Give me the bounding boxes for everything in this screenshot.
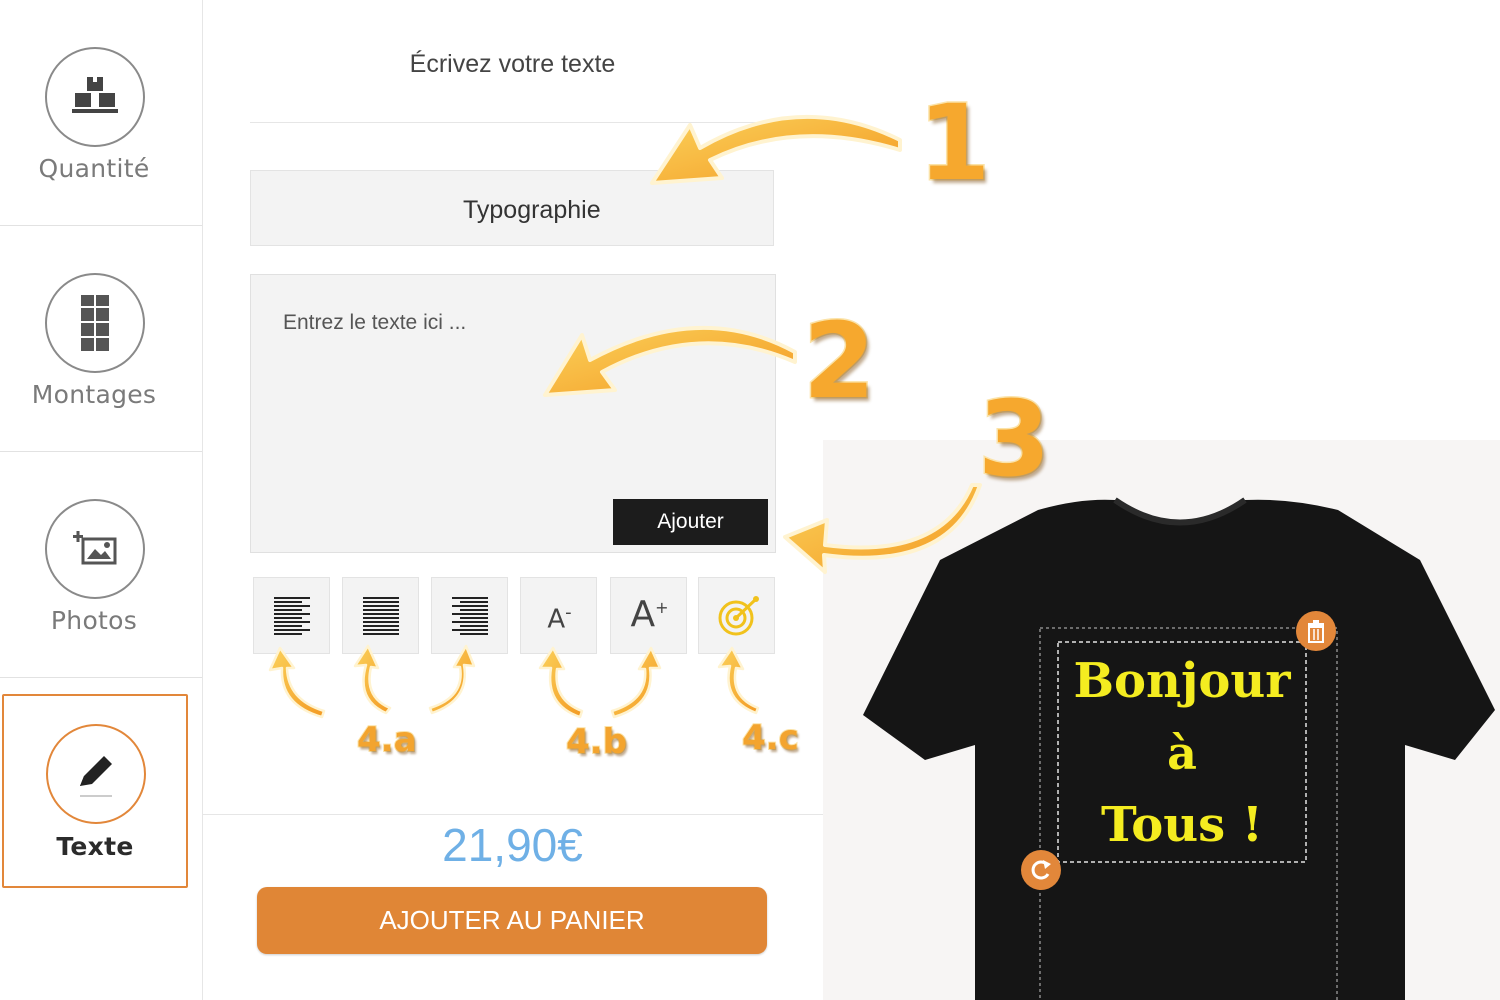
sidebar-item-montages[interactable]: Montages xyxy=(0,226,202,452)
align-right-icon xyxy=(452,597,488,635)
sidebar-item-photos[interactable]: Photos xyxy=(0,452,202,678)
font-size-increase-icon: A+ xyxy=(630,594,669,635)
design-text-line: Tous ! xyxy=(1101,797,1263,853)
rotate-icon xyxy=(1031,860,1051,880)
sidebar-item-texte[interactable]: Texte xyxy=(2,694,188,888)
sidebar-item-quantite[interactable]: Quantité xyxy=(0,0,202,226)
arrow-4a-left xyxy=(268,646,326,719)
add-photo-icon xyxy=(45,499,145,599)
rotate-button[interactable] xyxy=(1021,850,1061,890)
trash-icon xyxy=(1308,620,1324,643)
typography-label: Typographie xyxy=(463,196,601,224)
divider xyxy=(203,814,823,815)
divider xyxy=(250,122,775,123)
design-text[interactable]: Bonjour à Tous ! xyxy=(1060,645,1304,861)
annotation-step-4a: 4.a xyxy=(356,719,418,761)
arrow-4c xyxy=(717,646,760,715)
price-label: 21,90€ xyxy=(442,819,583,871)
panel-title: Écrivez votre texte xyxy=(409,50,616,78)
design-text-line: Bonjour xyxy=(1073,653,1291,709)
design-text-line: à xyxy=(1167,726,1197,780)
color-palette-icon xyxy=(718,596,759,636)
sidebar-item-label: Photos xyxy=(50,606,138,635)
annotation-step-4b: 4.b xyxy=(565,721,628,763)
add-text-button[interactable]: Ajouter xyxy=(613,499,768,545)
pencil-icon xyxy=(46,724,146,824)
arrow-4a-right xyxy=(428,644,476,715)
color-picker-button[interactable] xyxy=(698,577,775,654)
font-size-decrease-icon: A- xyxy=(547,602,572,635)
align-right-button[interactable] xyxy=(431,577,508,654)
font-size-increase-button[interactable]: A+ xyxy=(610,577,687,654)
annotation-step-4c: 4.c xyxy=(741,717,800,759)
arrow-4b-left xyxy=(538,646,584,719)
font-size-decrease-button[interactable]: A- xyxy=(520,577,597,654)
sidebar: Quantité Montages Photos Texte xyxy=(0,0,203,1000)
boxes-icon xyxy=(45,47,145,147)
align-center-icon xyxy=(363,597,399,635)
align-center-button[interactable] xyxy=(342,577,419,654)
delete-button[interactable] xyxy=(1296,611,1336,651)
annotation-step-3: 3 xyxy=(976,377,1051,502)
sidebar-item-label: Texte xyxy=(56,832,134,861)
align-left-button[interactable] xyxy=(253,577,330,654)
annotation-step-2: 2 xyxy=(801,299,876,424)
sidebar-item-label: Quantité xyxy=(38,154,150,183)
sidebar-item-label: Montages xyxy=(31,380,157,409)
add-to-cart-button[interactable]: AJOUTER AU PANIER xyxy=(257,887,767,954)
annotation-step-1: 1 xyxy=(916,81,991,206)
arrow-4b-right xyxy=(610,646,662,719)
align-left-icon xyxy=(274,597,310,635)
layout-grid-icon xyxy=(45,273,145,373)
arrow-4a-center xyxy=(353,644,392,715)
